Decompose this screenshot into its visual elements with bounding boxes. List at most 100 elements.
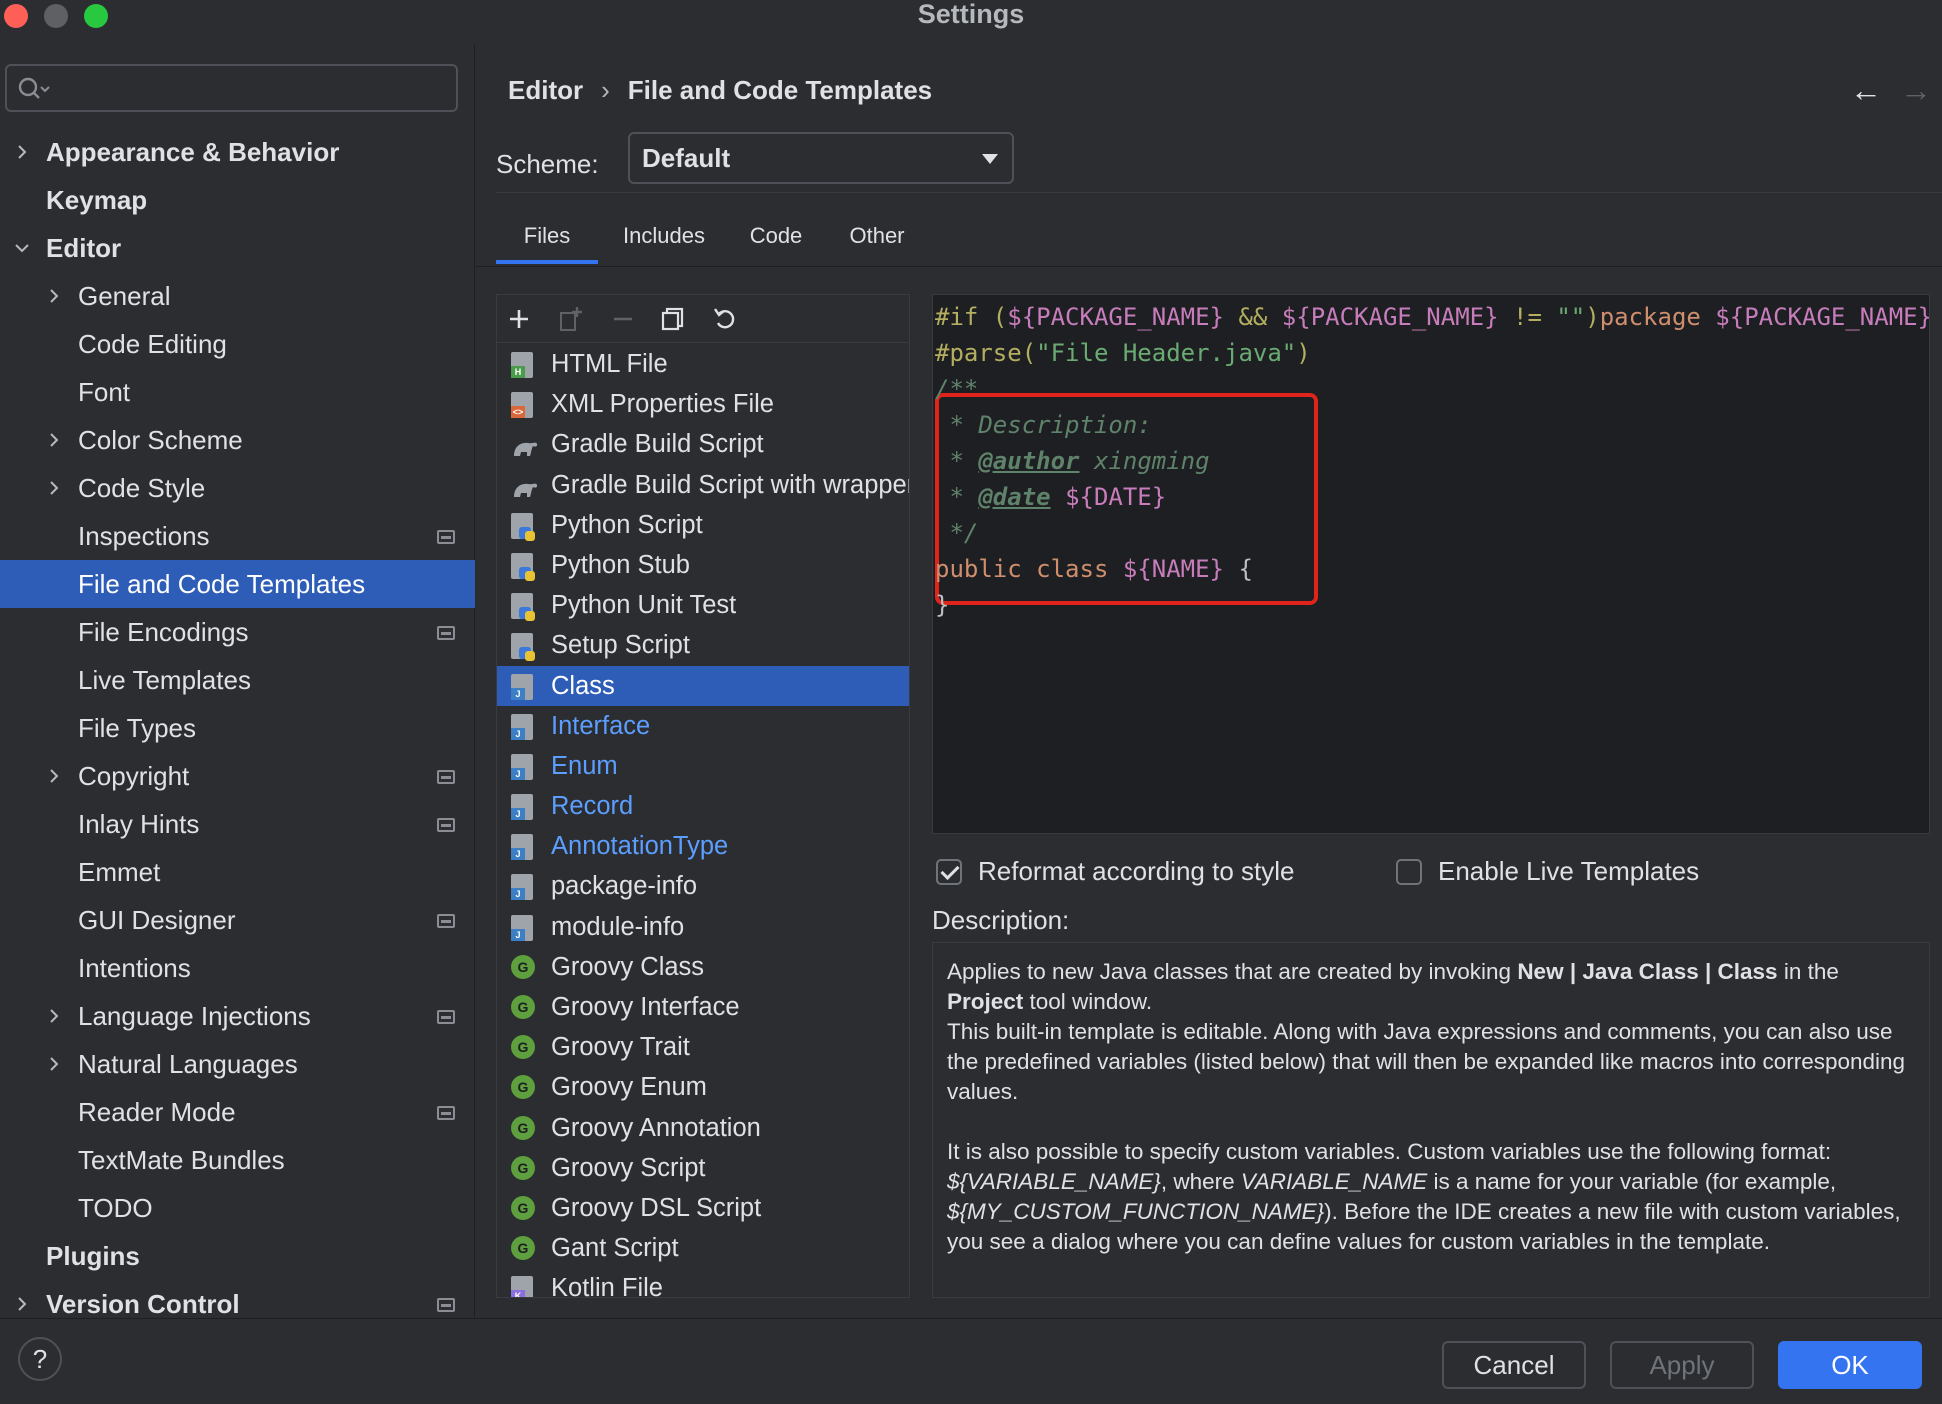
template-item-interface[interactable]: J Interface — [497, 706, 909, 746]
template-item-gant-script[interactable]: G Gant Script — [497, 1228, 909, 1268]
template-item-groovy-class[interactable]: G Groovy Class — [497, 947, 909, 987]
tab-files[interactable]: Files — [496, 216, 598, 268]
sidebar-item-keymap[interactable]: Keymap — [0, 176, 475, 224]
scheme-value: Default — [642, 143, 731, 173]
sidebar-item-inlay-hints[interactable]: Inlay Hints — [0, 800, 475, 848]
template-item-setup-script[interactable]: Setup Script — [497, 625, 909, 665]
tab-code[interactable]: Code — [730, 216, 822, 268]
chevron-right-icon[interactable] — [42, 992, 66, 1040]
sidebar-item-copyright[interactable]: Copyright — [0, 752, 475, 800]
template-label: Enum — [551, 751, 618, 780]
sidebar-item-label: Reader Mode — [78, 1097, 236, 1127]
template-item-module-info[interactable]: Jmodule-info — [497, 907, 909, 947]
template-item-gradle-build-script-with-wrapper[interactable]: Gradle Build Script with wrapper — [497, 465, 909, 505]
scheme-dropdown[interactable]: Default — [628, 132, 1014, 184]
sidebar-item-file-types[interactable]: File Types — [0, 704, 475, 752]
template-item-kotlin-file[interactable]: K Kotlin File — [497, 1268, 909, 1297]
sidebar-item-emmet[interactable]: Emmet — [0, 848, 475, 896]
template-item-class[interactable]: J Class — [497, 665, 909, 706]
template-item-python-script[interactable]: Python Script — [497, 505, 909, 545]
sidebar-item-editor[interactable]: Editor — [0, 224, 475, 272]
sidebar-item-general[interactable]: General — [0, 272, 475, 320]
sidebar-item-plugins[interactable]: Plugins — [0, 1232, 475, 1280]
sidebar-item-live-templates[interactable]: Live Templates — [0, 656, 475, 704]
sidebar-item-font[interactable]: Font — [0, 368, 475, 416]
tab-other[interactable]: Other — [822, 216, 932, 268]
code-token: "File Header.java" — [1036, 339, 1297, 367]
template-label: Gradle Build Script — [551, 430, 764, 459]
sidebar-item-todo[interactable]: TODO — [0, 1184, 475, 1232]
template-code-editor[interactable]: #if (${PACKAGE_NAME} && ${PACKAGE_NAME} … — [932, 294, 1930, 834]
sidebar-item-file-encodings[interactable]: File Encodings — [0, 608, 475, 656]
description-paragraph: It is also possible to specify custom va… — [947, 1137, 1915, 1257]
sidebar-item-inspections[interactable]: Inspections — [0, 512, 475, 560]
code-line: #if (${PACKAGE_NAME} && ${PACKAGE_NAME} … — [935, 299, 1930, 335]
sidebar-item-code-editing[interactable]: Code Editing — [0, 320, 475, 368]
template-label: Groovy Script — [551, 1153, 706, 1182]
template-item-enum[interactable]: J Enum — [497, 746, 909, 786]
sidebar-item-color-scheme[interactable]: Color Scheme — [0, 416, 475, 464]
sidebar-item-gui-designer[interactable]: GUI Designer — [0, 896, 475, 944]
apply-button[interactable]: Apply — [1610, 1341, 1754, 1389]
chevron-right-icon[interactable] — [42, 416, 66, 464]
settings-sidebar: Appearance & Behavior Keymap Editor General… — [0, 44, 475, 1319]
chevron-down-icon[interactable] — [10, 224, 34, 272]
sidebar-item-file-and-code-templates[interactable]: File and Code Templates — [0, 560, 475, 608]
template-item-annotationtype[interactable]: J AnnotationType — [497, 826, 909, 866]
xml-file-icon: <> — [511, 392, 539, 419]
template-item-groovy-trait[interactable]: G Groovy Trait — [497, 1027, 909, 1067]
sidebar-item-reader-mode[interactable]: Reader Mode — [0, 1088, 475, 1136]
back-arrow-icon[interactable]: ← — [1846, 70, 1886, 110]
cancel-button[interactable]: Cancel — [1442, 1341, 1586, 1389]
add-icon[interactable] — [501, 301, 537, 337]
chevron-right-icon[interactable] — [42, 464, 66, 512]
sidebar-item-natural-languages[interactable]: Natural Languages — [0, 1040, 475, 1088]
chevron-right-icon[interactable] — [10, 128, 34, 176]
project-scope-icon — [437, 1010, 455, 1024]
code-token: != — [1498, 303, 1557, 331]
sidebar-item-intentions[interactable]: Intentions — [0, 944, 475, 992]
chevron-right-icon[interactable] — [42, 1040, 66, 1088]
ok-button[interactable]: OK — [1778, 1341, 1922, 1389]
template-item-groovy-annotation[interactable]: G Groovy Annotation — [497, 1108, 909, 1148]
reformat-label: Reformat according to style — [978, 856, 1295, 886]
template-item-groovy-enum[interactable]: G Groovy Enum — [497, 1067, 909, 1107]
template-item-html-file[interactable]: H HTML File — [497, 344, 909, 384]
chevron-right-icon[interactable] — [42, 752, 66, 800]
scheme-label: Scheme: — [496, 149, 599, 179]
create-child-icon[interactable] — [553, 301, 589, 337]
description-paragraph: Applies to new Java classes that are cre… — [947, 957, 1915, 1017]
template-item-python-stub[interactable]: Python Stub — [497, 545, 909, 585]
settings-search-input[interactable] — [5, 64, 458, 112]
template-item-package-info[interactable]: Jpackage-info — [497, 866, 909, 906]
sidebar-item-textmate-bundles[interactable]: TextMate Bundles — [0, 1136, 475, 1184]
template-item-record[interactable]: J Record — [497, 786, 909, 826]
code-token: #if ( — [935, 303, 1008, 331]
code-token: ${PACKAGE_NAME};#end — [1715, 303, 1930, 331]
template-item-gradle-build-script[interactable]: Gradle Build Script — [497, 424, 909, 464]
copy-icon[interactable] — [655, 301, 691, 337]
template-item-groovy-interface[interactable]: G Groovy Interface — [497, 987, 909, 1027]
settings-content: Editor › File and Code Templates ← → Schem… — [476, 44, 1942, 1318]
template-item-groovy-script[interactable]: G Groovy Script — [497, 1148, 909, 1188]
breadcrumb-editor[interactable]: Editor — [508, 75, 583, 105]
chevron-right-icon[interactable] — [42, 272, 66, 320]
code-line: * @date ${DATE} — [935, 479, 1166, 515]
sidebar-item-label: Live Templates — [78, 665, 251, 695]
template-label: Groovy Interface — [551, 993, 740, 1021]
help-button[interactable]: ? — [18, 1337, 62, 1381]
template-item-python-unit-test[interactable]: Python Unit Test — [497, 585, 909, 625]
sidebar-item-code-style[interactable]: Code Style — [0, 464, 475, 512]
project-scope-icon — [437, 1298, 455, 1312]
remove-icon[interactable] — [605, 301, 641, 337]
sidebar-item-language-injections[interactable]: Language Injections — [0, 992, 475, 1040]
sidebar-item-label: Appearance & Behavior — [46, 137, 340, 167]
template-item-groovy-dsl-script[interactable]: G Groovy DSL Script — [497, 1188, 909, 1228]
sidebar-item-appearance-behavior[interactable]: Appearance & Behavior — [0, 128, 475, 176]
sidebar-item-label: Copyright — [78, 761, 190, 791]
reset-icon[interactable] — [707, 301, 743, 337]
tab-includes[interactable]: Includes — [598, 216, 730, 268]
description-italic: VARIABLE_NAME — [1240, 1169, 1428, 1194]
template-item-xml-properties-file[interactable]: <> XML Properties File — [497, 384, 909, 424]
forward-arrow-icon[interactable]: → — [1896, 70, 1936, 110]
